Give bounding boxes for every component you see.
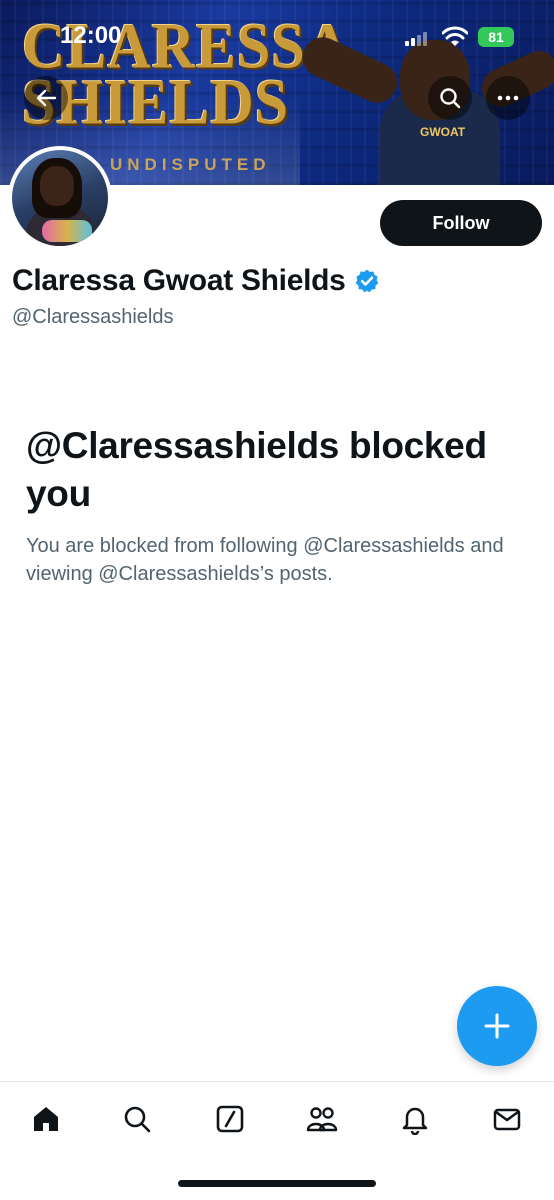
avatar[interactable] <box>8 146 112 250</box>
back-button[interactable] <box>24 76 68 120</box>
home-indicator <box>178 1180 376 1187</box>
more-icon <box>497 95 519 101</box>
nav-home[interactable] <box>29 1102 63 1136</box>
more-options-button[interactable] <box>486 76 530 120</box>
profile-name-row: Claressa Gwoat Shields <box>12 264 380 298</box>
home-icon <box>34 1107 58 1131</box>
arrow-left-icon <box>36 89 57 107</box>
status-time: 12:00 <box>60 22 122 49</box>
follow-button[interactable]: Follow <box>380 200 542 246</box>
wifi-icon <box>442 26 468 46</box>
blocked-title: @Claressashields blocked you <box>26 425 487 514</box>
banner-subtitle: UNDISPUTED <box>110 155 271 174</box>
profile-handle: @Claressashields <box>12 306 174 328</box>
compose-post-button[interactable] <box>457 986 537 1066</box>
banner-chain-text: GWOAT <box>420 125 466 139</box>
nav-communities[interactable] <box>305 1102 339 1136</box>
nav-messages[interactable] <box>490 1102 524 1136</box>
nav-grok[interactable] <box>213 1102 247 1136</box>
plus-icon <box>484 1013 510 1039</box>
messages-icon <box>493 1108 521 1131</box>
nav-notifications[interactable] <box>398 1102 432 1136</box>
battery-indicator: 81 <box>478 27 514 47</box>
notifications-icon <box>402 1107 428 1135</box>
nav-search[interactable] <box>120 1102 154 1136</box>
display-name: Claressa Gwoat Shields <box>12 264 346 297</box>
communities-icon <box>306 1107 338 1132</box>
search-icon <box>440 88 461 109</box>
search-icon <box>124 1106 151 1133</box>
search-button[interactable] <box>428 76 472 120</box>
verified-badge-icon[interactable] <box>354 268 380 294</box>
grok-icon <box>216 1105 244 1133</box>
status-bar: 12:00 81 <box>0 22 554 52</box>
cellular-signal-icon <box>405 32 427 46</box>
blocked-description: You are blocked from following @Claressa… <box>26 535 504 585</box>
